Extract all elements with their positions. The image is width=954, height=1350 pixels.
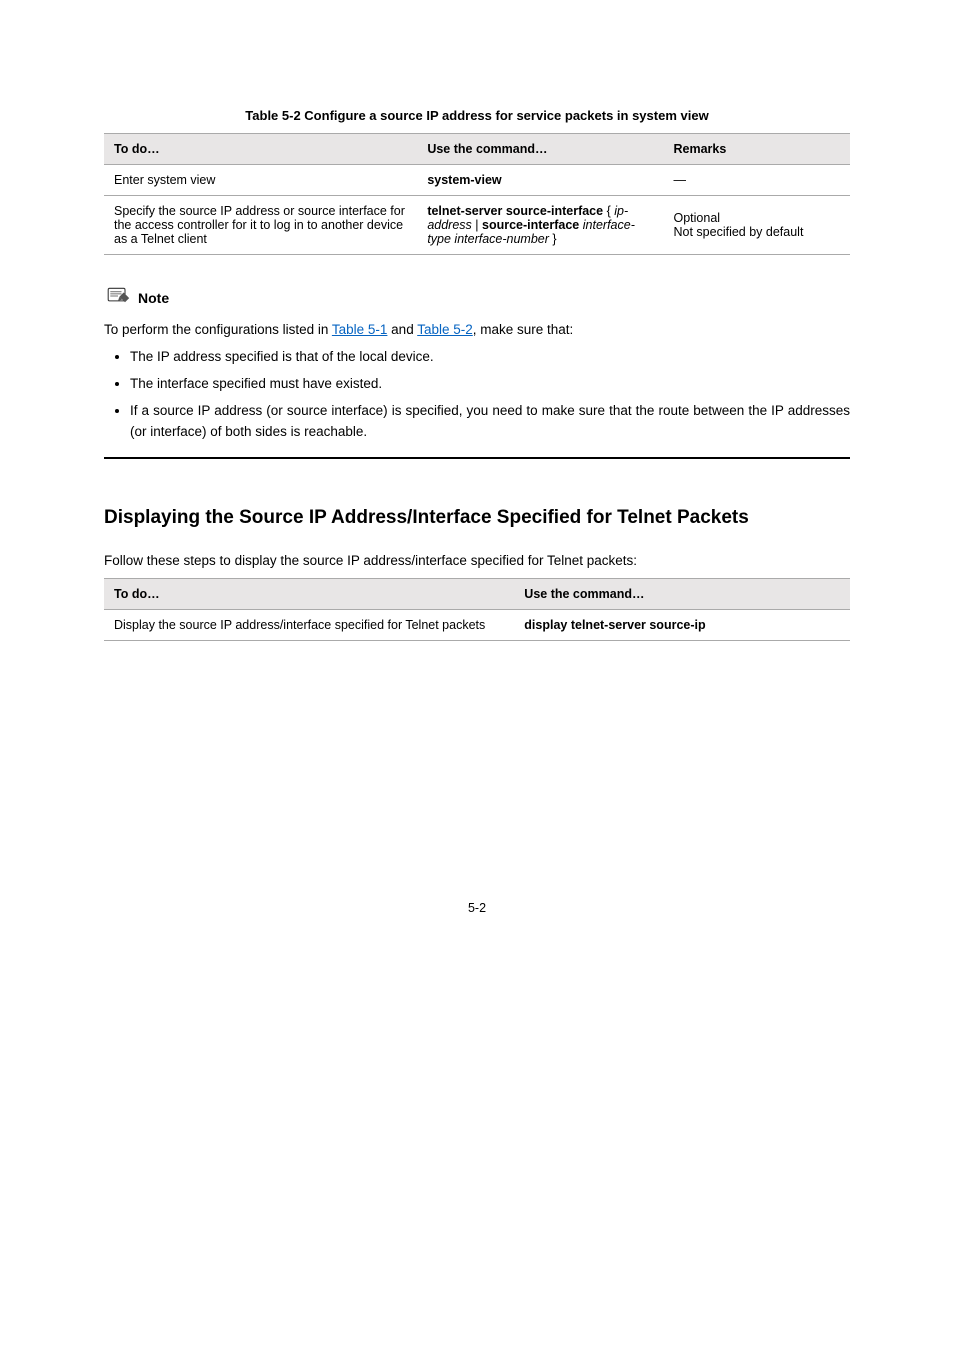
- cell-todo: Enter system view: [104, 165, 417, 196]
- list-item: The interface specified must have existe…: [130, 374, 850, 395]
- divider: [104, 457, 850, 459]
- note-intro: To perform the configurations listed in …: [104, 320, 850, 341]
- table-caption: Table 5-2 Configure a source IP address …: [104, 108, 850, 123]
- th-command: Use the command…: [514, 578, 850, 609]
- table-row: Specify the source IP address or source …: [104, 196, 850, 255]
- cell-todo: Display the source IP address/interface …: [104, 609, 514, 640]
- list-item: The IP address specified is that of the …: [130, 347, 850, 368]
- th-todo: To do…: [104, 134, 417, 165]
- config-table: To do… Use the command… Remarks Enter sy…: [104, 133, 850, 255]
- page-number: 5-2: [104, 901, 850, 915]
- cell-remarks: —: [663, 165, 850, 196]
- link-table-5-2[interactable]: Table 5-2: [417, 322, 473, 337]
- cell-remarks: Optional Not specified by default: [663, 196, 850, 255]
- link-table-5-1[interactable]: Table 5-1: [332, 322, 388, 337]
- display-intro: Follow these steps to display the source…: [104, 551, 850, 572]
- cell-command: system-view: [417, 165, 663, 196]
- note-block: Note To perform the configurations liste…: [104, 285, 850, 443]
- table-row: Enter system view system-view —: [104, 165, 850, 196]
- cell-command: display telnet-server source-ip: [514, 609, 850, 640]
- table-row: Display the source IP address/interface …: [104, 609, 850, 640]
- section-heading: Displaying the Source IP Address/Interfa…: [104, 507, 850, 529]
- th-command: Use the command…: [417, 134, 663, 165]
- list-item: If a source IP address (or source interf…: [130, 401, 850, 443]
- note-label: Note: [138, 290, 169, 306]
- display-table: To do… Use the command… Display the sour…: [104, 578, 850, 641]
- th-todo: To do…: [104, 578, 514, 609]
- cell-command: telnet-server source-interface { ip-addr…: [417, 196, 663, 255]
- th-remarks: Remarks: [663, 134, 850, 165]
- note-icon: [104, 285, 132, 310]
- cell-todo: Specify the source IP address or source …: [104, 196, 417, 255]
- note-bullets: The IP address specified is that of the …: [104, 347, 850, 443]
